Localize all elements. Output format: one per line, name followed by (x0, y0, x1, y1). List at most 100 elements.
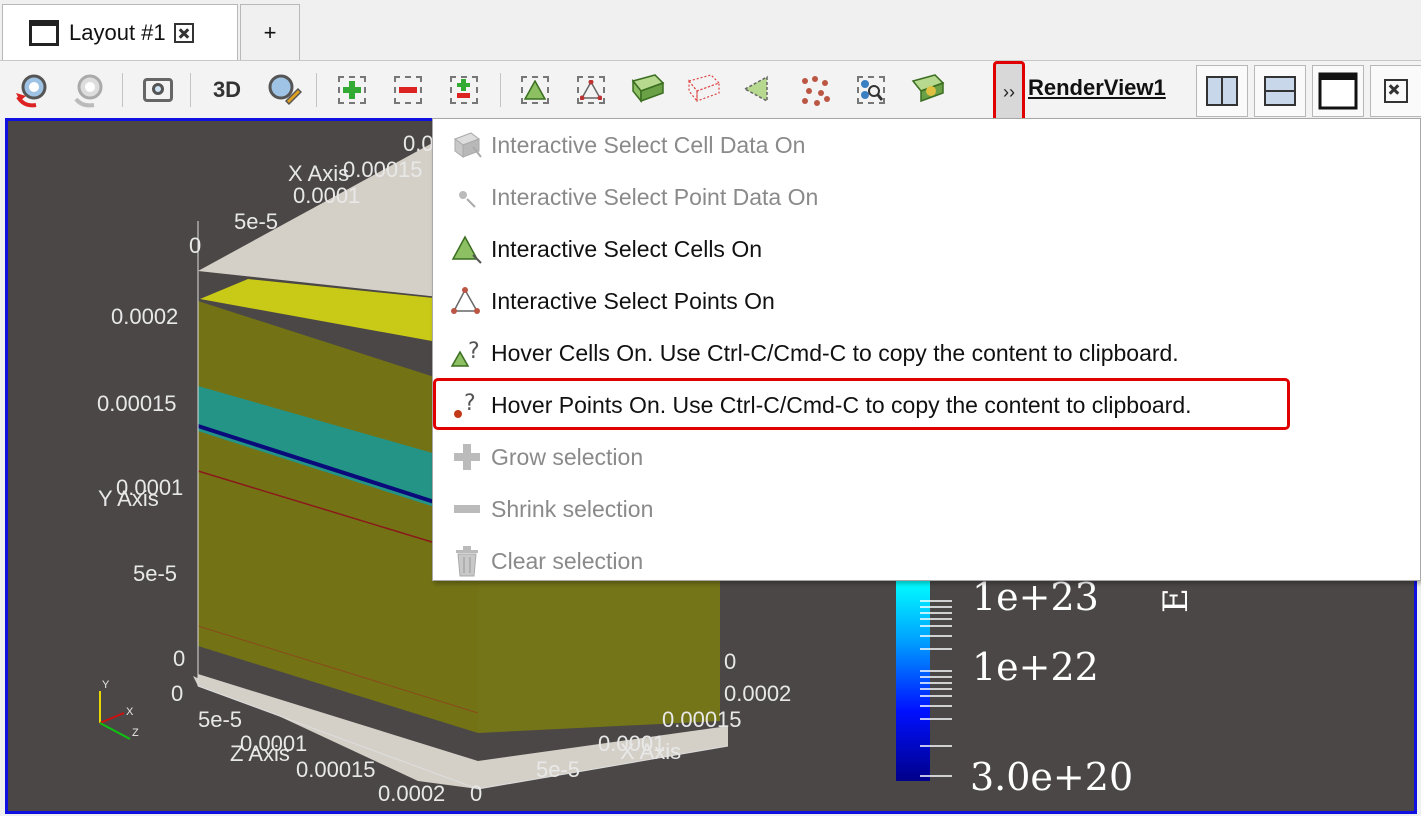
close-view-icon (1384, 79, 1408, 103)
split-vertical-icon (1264, 76, 1296, 106)
hover-cells-toolbar-icon (911, 74, 945, 103)
toolbar-separator (316, 73, 317, 107)
zoom-out-selection-button[interactable] (387, 69, 429, 111)
menu-item-label: Grow selection (491, 443, 644, 470)
clear-selection-icon (447, 541, 487, 581)
toggle-3d-button[interactable]: 3D (206, 69, 248, 111)
z-tick: 0 (171, 681, 184, 706)
split-vertical-button[interactable] (1254, 65, 1306, 117)
x-tick-bottom: 0 (470, 781, 483, 806)
find-points-icon (857, 76, 885, 104)
new-tab-button[interactable]: + (240, 4, 300, 60)
menu-item-label: Interactive Select Point Data On (491, 183, 819, 210)
x-tick: 0.0001 (293, 183, 361, 208)
select-cells-on-button[interactable] (514, 69, 556, 111)
x-tick-bottom: 0.00015 (662, 707, 742, 732)
svg-text:?: ? (468, 339, 480, 364)
select-cells-icon (447, 229, 487, 269)
y-tick-right: 0 (724, 649, 737, 674)
triangle-select-icon (521, 76, 549, 104)
menu-item-select-point-data[interactable]: Interactive Select Point Data On (433, 171, 1420, 223)
select-point-data-icon (447, 177, 487, 217)
plus-icon (338, 76, 366, 104)
reset-camera-closest-icon (74, 74, 103, 108)
y-tick: 5e-5 (133, 561, 178, 586)
x-tick: 0.00015 (343, 157, 423, 182)
points-select-icon (577, 76, 605, 104)
menu-item-select-points[interactable]: Interactive Select Points On (433, 275, 1420, 327)
legend-label: 3.0e+20 (970, 755, 1134, 799)
adjust-camera-icon (268, 74, 302, 106)
x-axis-title-bottom: X Axis (620, 739, 682, 764)
x-tick: 5e-5 (234, 209, 279, 234)
selection-overflow-menu: Interactive Select Cell Data On Interact… (432, 118, 1421, 581)
select-cell-data-icon (447, 125, 487, 165)
menu-item-label: Interactive Select Points On (491, 287, 775, 314)
menu-item-clear-selection[interactable]: Clear selection (433, 535, 1420, 587)
tab-label: Layout #1 (69, 19, 166, 45)
plus-minus-icon (450, 76, 478, 104)
layout-tab-bar: Layout #1 + (0, 0, 1421, 60)
shrink-selection-icon (447, 489, 487, 529)
menu-item-label: Shrink selection (491, 495, 654, 522)
hover-cells-button[interactable] (906, 69, 948, 111)
y-tick: 0.00015 (97, 391, 177, 416)
x-tick-bottom: 0.0002 (724, 681, 792, 706)
split-horizontal-button[interactable] (1196, 65, 1248, 117)
reset-camera-button[interactable] (12, 69, 54, 111)
minus-icon (394, 76, 422, 104)
view-toolbar: 3D ›› RenderView1 (0, 60, 1421, 123)
select-polygon-button[interactable] (738, 69, 780, 111)
z-tick: 5e-5 (198, 707, 243, 732)
menu-item-label: Hover Points On. Use Ctrl-C/Cmd-C to cop… (491, 391, 1192, 418)
z-tick: 0.00015 (296, 757, 376, 782)
menu-item-label: Hover Cells On. Use Ctrl-C/Cmd-C to copy… (491, 339, 1179, 366)
reset-camera-icon (16, 74, 47, 108)
adjust-camera-button[interactable] (262, 69, 304, 111)
orient-z-label: Z (132, 727, 139, 739)
split-horizontal-icon (1206, 76, 1238, 106)
zoom-in-selection-button[interactable] (331, 69, 373, 111)
menu-item-shrink-selection[interactable]: Shrink selection (433, 483, 1420, 535)
select-points-icon (447, 281, 487, 321)
close-view-button[interactable] (1370, 65, 1421, 117)
svg-text:?: ? (464, 391, 476, 416)
select-points-on-button[interactable] (570, 69, 612, 111)
scatter-points-icon (802, 76, 830, 106)
reset-closest-button[interactable] (68, 69, 110, 111)
find-data-button[interactable] (850, 69, 892, 111)
menu-item-hover-points[interactable]: ? Hover Points On. Use Ctrl-C/Cmd-C to c… (433, 379, 1420, 431)
menu-item-select-cells[interactable]: Interactive Select Cells On (433, 223, 1420, 275)
orient-y-label: Y (102, 679, 110, 691)
menu-item-select-cell-data[interactable]: Interactive Select Cell Data On (433, 119, 1420, 171)
toolbar-overflow-button[interactable]: ›› (993, 61, 1025, 123)
select-cells-through-button[interactable] (626, 69, 668, 111)
render-view-name[interactable]: RenderView1 (1028, 75, 1166, 101)
frustum-points-icon (687, 74, 721, 103)
maximize-icon (1318, 72, 1358, 110)
frustum-cells-icon (631, 74, 665, 104)
legend-label: 1e+22 (972, 645, 1099, 689)
x-tick-bottom: 5e-5 (536, 757, 581, 782)
tab-layout-1[interactable]: Layout #1 (2, 4, 238, 60)
menu-item-label: Interactive Select Cell Data On (491, 131, 806, 158)
menu-item-hover-cells[interactable]: ? Hover Cells On. Use Ctrl-C/Cmd-C to co… (433, 327, 1420, 379)
menu-item-label: Interactive Select Cells On (491, 235, 763, 262)
z-tick: 0.0002 (378, 781, 446, 806)
grow-selection-icon (447, 437, 487, 477)
hover-cells-icon: ? (447, 333, 487, 373)
menu-item-grow-selection[interactable]: Grow selection (433, 431, 1420, 483)
y-tick: 0 (173, 646, 186, 671)
plus-minus-selection-button[interactable] (443, 69, 485, 111)
toolbar-separator (500, 73, 501, 107)
orient-x-label: X (126, 706, 134, 718)
select-points-polygon-button[interactable] (794, 69, 836, 111)
hover-points-icon: ? (447, 385, 487, 425)
capture-screenshot-button[interactable] (137, 69, 179, 111)
mode-3d-label: 3D (212, 77, 242, 102)
window-icon (29, 19, 59, 46)
menu-item-label: Clear selection (491, 547, 644, 574)
select-points-through-button[interactable] (682, 69, 724, 111)
close-tab-icon[interactable] (173, 22, 194, 43)
maximize-view-button[interactable] (1312, 65, 1364, 117)
